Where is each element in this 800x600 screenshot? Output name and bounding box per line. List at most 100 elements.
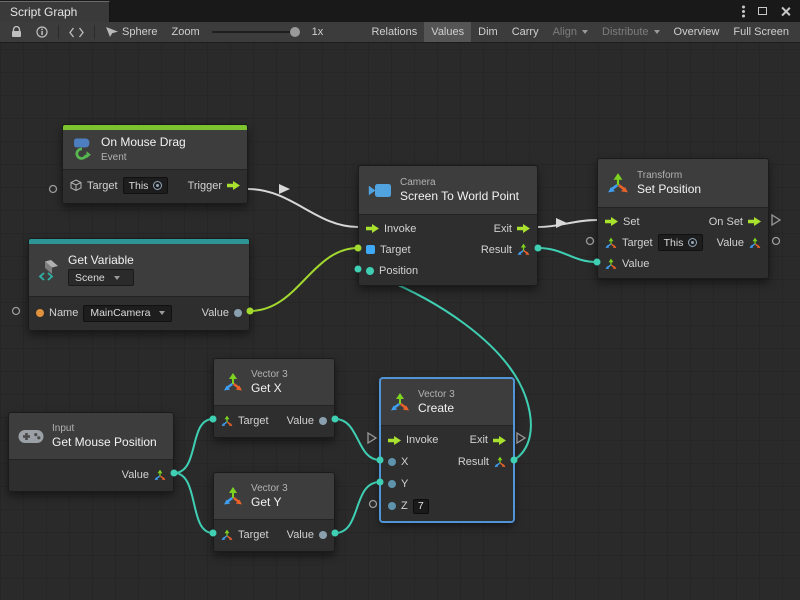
variable-name-value: MainCamera (90, 307, 150, 319)
float-port-icon (388, 458, 396, 466)
port-label-position: Position (379, 265, 418, 277)
vector3-port-icon (517, 243, 530, 256)
node-ports: Target This Trigger (63, 169, 247, 203)
port-label-target: Target (238, 415, 269, 427)
align-button: Align (546, 22, 595, 42)
z-value-field[interactable]: 7 (413, 499, 429, 514)
target-object-indicator[interactable]: Sphere (98, 22, 164, 42)
port-label-value: Value (287, 415, 314, 427)
object-picker-icon[interactable] (153, 181, 162, 190)
control-arrow-icon (517, 224, 530, 233)
node-subtitle: Event (101, 152, 186, 163)
button-label: Overview (674, 26, 720, 38)
node-get-variable[interactable]: Get Variable Scene Name MainCamera Value (28, 238, 250, 331)
node-screen-to-world-point[interactable]: Camera Screen To World Point Invoke Exit… (358, 165, 538, 286)
vector3-port-icon (154, 469, 166, 481)
control-arrow-icon (748, 217, 761, 226)
target-object-field[interactable]: This (123, 177, 169, 194)
dropdown-caret-icon (114, 276, 120, 280)
node-set-position[interactable]: Transform Set Position Set On Set Target (597, 158, 769, 279)
tab-script-graph[interactable]: Script Graph (0, 1, 110, 22)
dropdown-caret-icon (582, 30, 588, 34)
node-title: Get Y (251, 496, 288, 510)
node-header: Input Get Mouse Position (9, 413, 173, 459)
object-picker-icon[interactable] (688, 238, 697, 247)
relations-button[interactable]: Relations (364, 22, 424, 42)
tab-title: Script Graph (10, 5, 77, 19)
node-title: On Mouse Drag (101, 136, 186, 150)
port-label-value: Value (202, 307, 229, 319)
variable-name-dropdown[interactable]: MainCamera (83, 305, 172, 322)
vector3-port-icon (494, 456, 506, 468)
dropdown-caret-icon (654, 30, 660, 34)
button-label: Distribute (602, 26, 648, 38)
zoom-slider-handle[interactable] (290, 27, 300, 37)
gamepad-icon (18, 429, 44, 444)
window-controls (742, 0, 800, 22)
variable-scope-value: Scene (75, 272, 105, 284)
zoom-control: Zoom 1x (164, 22, 330, 42)
port-label-name: Name (49, 307, 78, 319)
port-label-target: Target (380, 244, 411, 256)
zoom-slider[interactable] (212, 31, 300, 33)
value-port-icon (234, 309, 242, 317)
button-label: Relations (371, 26, 417, 38)
node-title: Set Position (637, 183, 701, 197)
vector3-port-icon (221, 529, 233, 541)
distribute-button: Distribute (595, 22, 666, 42)
lock-icon (11, 26, 22, 38)
close-icon[interactable] (780, 6, 790, 16)
kebab-menu-icon[interactable] (742, 10, 745, 13)
node-title: Get Mouse Position (52, 436, 157, 450)
maximize-icon[interactable] (758, 7, 767, 15)
dim-button[interactable]: Dim (471, 22, 505, 42)
camera-icon (368, 182, 392, 199)
info-button[interactable] (29, 22, 55, 42)
mouse-drag-event-icon (72, 137, 93, 161)
node-ports: Target Value (214, 405, 334, 437)
full-screen-button[interactable]: Full Screen (726, 22, 796, 42)
node-get-y[interactable]: Vector 3 Get Y Target Value (213, 472, 335, 552)
node-get-mouse-position[interactable]: Input Get Mouse Position Value (8, 412, 174, 492)
zoom-value: 1x (312, 26, 324, 38)
vector3-icon (223, 486, 243, 506)
port-label-value: Value (287, 529, 314, 541)
port-label-trigger: Trigger (188, 180, 222, 192)
control-arrow-icon (227, 181, 240, 190)
target-object-field[interactable]: This (658, 234, 704, 251)
vector3-port-icon (605, 258, 617, 270)
toolbar-right-group: Relations Values Dim Carry Align Distrib… (364, 22, 796, 42)
port-label-y: Y (401, 478, 408, 490)
get-variable-icon (38, 259, 60, 281)
node-ports: Target Value (214, 519, 334, 551)
vector3-icon (390, 392, 410, 412)
button-label: Dim (478, 26, 498, 38)
port-label-exit: Exit (494, 223, 512, 235)
vector3-port-icon (749, 237, 761, 249)
node-category: Transform (637, 170, 701, 181)
button-label: Values (431, 26, 464, 38)
control-arrow-icon (388, 436, 401, 445)
node-get-x[interactable]: Vector 3 Get X Target Value (213, 358, 335, 438)
node-title: Screen To World Point (400, 190, 519, 204)
node-category: Vector 3 (418, 389, 455, 400)
float-port-icon (388, 502, 396, 510)
port-label-target: Target (87, 180, 118, 192)
port-label-result: Result (458, 456, 489, 468)
variable-scope-dropdown[interactable]: Scene (68, 269, 134, 286)
port-label-value-in: Value (622, 258, 649, 270)
node-on-mouse-drag[interactable]: On Mouse Drag Event Target This Trigger (62, 124, 248, 204)
values-button[interactable]: Values (424, 22, 471, 42)
node-category: Vector 3 (251, 369, 288, 380)
vector-port-icon (366, 267, 374, 275)
button-label: Align (553, 26, 577, 38)
node-header: Vector 3 Create (381, 379, 513, 425)
info-icon (36, 26, 48, 38)
graph-toolbar: Sphere Zoom 1x Relations Values Dim Carr… (0, 22, 800, 43)
code-view-button[interactable] (62, 22, 91, 42)
overview-button[interactable]: Overview (667, 22, 727, 42)
node-vector3-create[interactable]: Vector 3 Create Invoke Exit X Result (380, 378, 514, 522)
lock-button[interactable] (4, 22, 29, 42)
node-title: Get X (251, 382, 288, 396)
carry-button[interactable]: Carry (505, 22, 546, 42)
